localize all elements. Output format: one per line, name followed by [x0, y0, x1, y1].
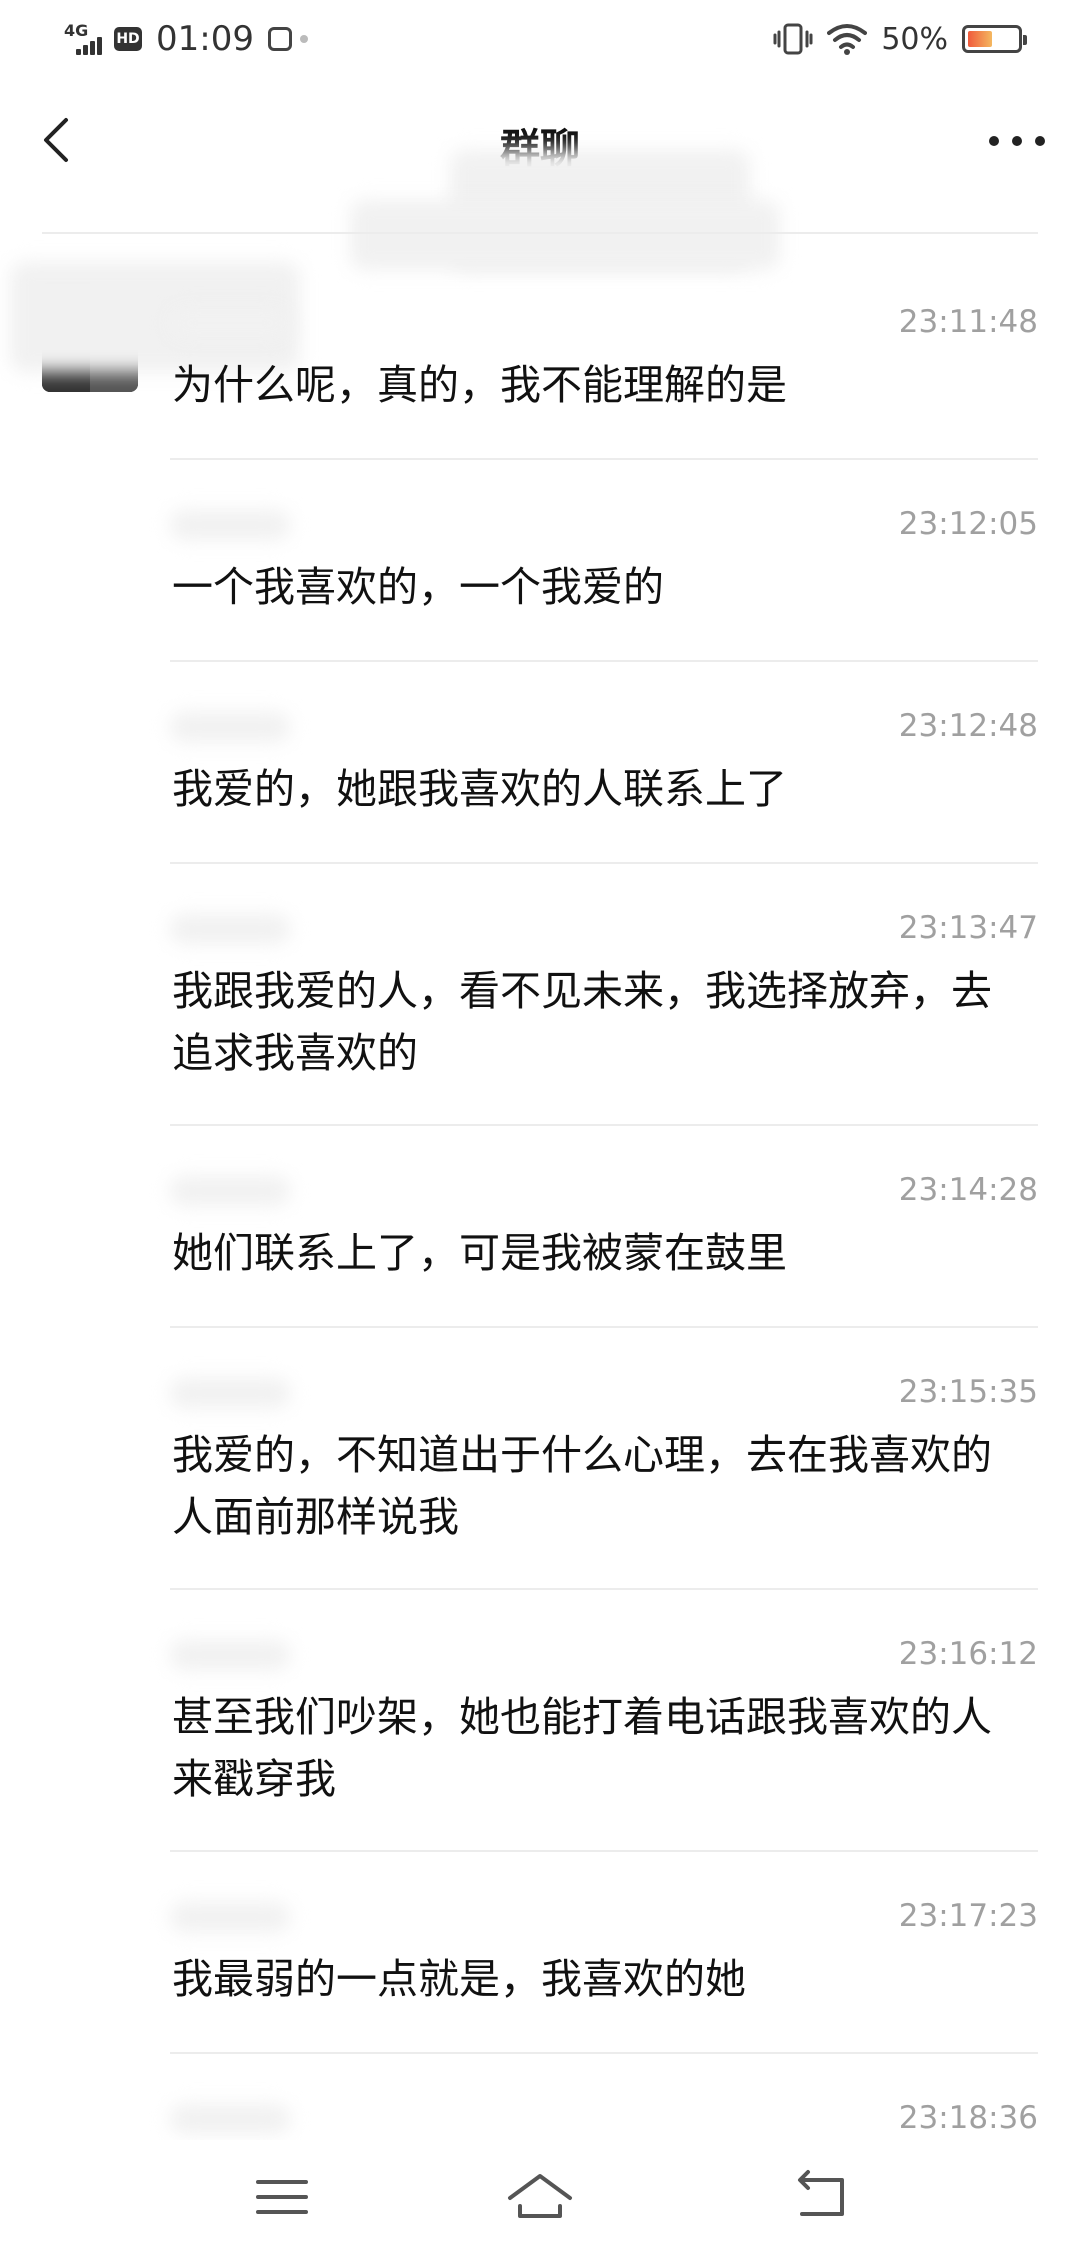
- message-time: 23:11:48: [898, 304, 1038, 340]
- back-icon: [798, 2170, 844, 2216]
- sender-name-redacted: [170, 1170, 290, 1210]
- message-divider: [170, 458, 1038, 460]
- message-time: 23:16:12: [898, 1636, 1038, 1672]
- sender-name-redacted: [170, 908, 290, 948]
- message-time: 23:15:35: [898, 1374, 1038, 1410]
- message-item[interactable]: 23:13:47 我跟我爱的人，看不见未来，我选择放弃，去追求我喜欢的: [170, 908, 1038, 1126]
- nav-back-button[interactable]: [780, 2162, 860, 2232]
- system-navigation-bar: [0, 2140, 1080, 2256]
- message-text: 我跟我爱的人，看不见未来，我选择放弃，去追求我喜欢的: [172, 967, 992, 1077]
- message-divider: [170, 1850, 1038, 1852]
- message-text: 甚至我们吵架，她也能打着电话跟我喜欢的人来戳穿我: [172, 1693, 992, 1803]
- message-time: 23:12:05: [898, 506, 1038, 542]
- menu-button[interactable]: [242, 2162, 322, 2232]
- message-divider: [170, 1124, 1038, 1126]
- message-list: 23:11:48 为什么呢，真的，我不能理解的是 23:12:05 一个我喜欢的…: [0, 0, 1080, 2256]
- message-text: 一个我喜欢的，一个我爱的: [172, 563, 664, 611]
- message-item[interactable]: 23:14:28 她们联系上了，可是我被蒙在鼓里: [170, 1170, 1038, 1328]
- message-item[interactable]: 23:18:36: [170, 2098, 1038, 2140]
- home-icon: [508, 2174, 572, 2218]
- message-item[interactable]: 23:15:35 我爱的，不知道出于什么心理，去在我喜欢的人面前那样说我: [170, 1372, 1038, 1590]
- home-button[interactable]: [500, 2162, 580, 2232]
- message-text: 我爱的，不知道出于什么心理，去在我喜欢的人面前那样说我: [172, 1431, 992, 1541]
- message-item[interactable]: 23:11:48 为什么呢，真的，我不能理解的是: [170, 302, 1038, 460]
- message-item[interactable]: 23:12:48 我爱的，她跟我喜欢的人联系上了: [170, 706, 1038, 864]
- message-divider: [170, 1588, 1038, 1590]
- message-divider: [170, 2052, 1038, 2054]
- message-text: 我爱的，她跟我喜欢的人联系上了: [172, 765, 787, 813]
- message-time: 23:13:47: [898, 910, 1038, 946]
- message-divider: [170, 862, 1038, 864]
- sender-name-redacted: [170, 504, 290, 544]
- message-time: 23:18:36: [898, 2100, 1038, 2136]
- sender-name-redacted: [170, 1372, 290, 1412]
- sender-name-redacted: [170, 2098, 290, 2138]
- message-divider: [170, 660, 1038, 662]
- message-text: 她们联系上了，可是我被蒙在鼓里: [172, 1229, 787, 1277]
- message-time: 23:14:28: [898, 1172, 1038, 1208]
- sender-name-redacted: [170, 1634, 290, 1674]
- sender-name-redacted: [170, 706, 290, 746]
- message-item[interactable]: 23:12:05 一个我喜欢的，一个我爱的: [170, 504, 1038, 662]
- message-item[interactable]: 23:16:12 甚至我们吵架，她也能打着电话跟我喜欢的人来戳穿我: [170, 1634, 1038, 1852]
- message-item[interactable]: 23:17:23 我最弱的一点就是，我喜欢的她: [170, 1896, 1038, 2054]
- message-text: 为什么呢，真的，我不能理解的是: [172, 361, 787, 409]
- menu-icon: [256, 2180, 308, 2214]
- message-time: 23:12:48: [898, 708, 1038, 744]
- message-divider: [170, 1326, 1038, 1328]
- message-time: 23:17:23: [898, 1898, 1038, 1934]
- sender-name-redacted: [170, 302, 290, 342]
- sender-name-redacted: [170, 1896, 290, 1936]
- message-text: 我最弱的一点就是，我喜欢的她: [172, 1955, 746, 2003]
